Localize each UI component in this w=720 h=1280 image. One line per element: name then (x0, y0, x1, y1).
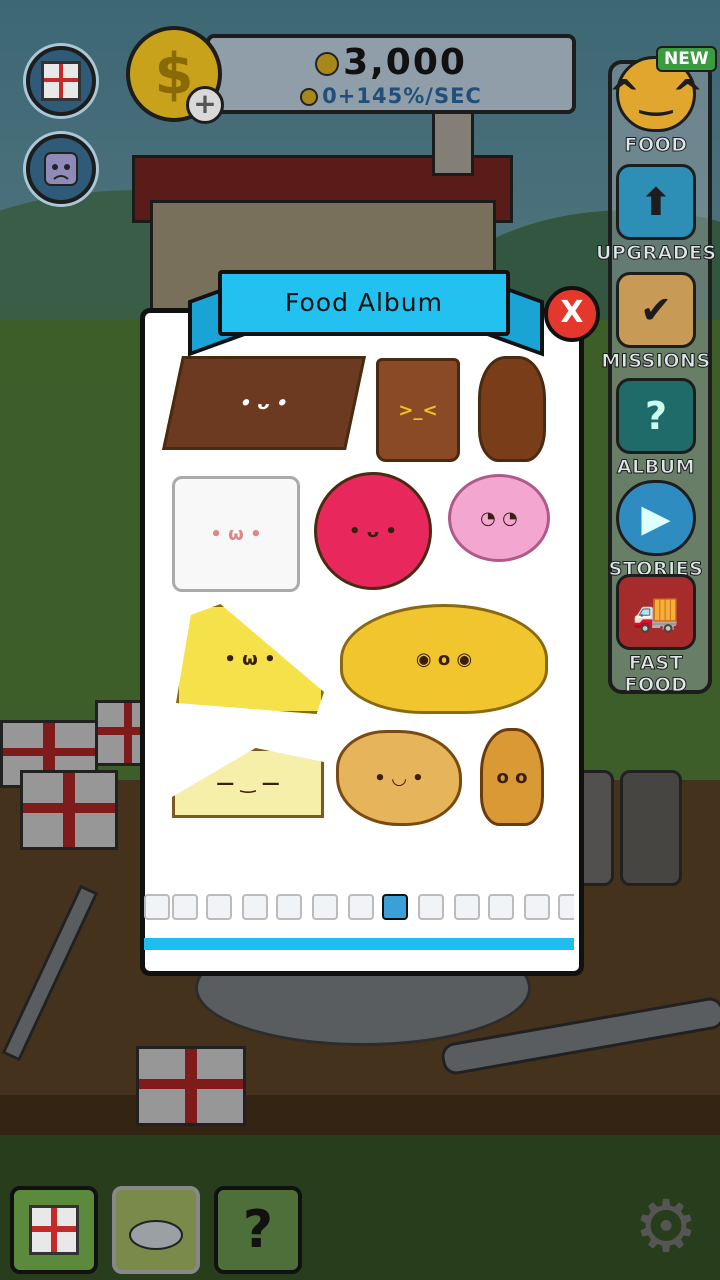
character-button[interactable] (26, 134, 96, 204)
gift-shop-button[interactable] (26, 46, 96, 116)
sidebar-item-fast-food[interactable]: 🚚 FAST FOOD (596, 574, 716, 697)
plus-icon[interactable]: + (186, 86, 224, 124)
cheese-wheel-icon[interactable]: ◉ o ◉ (340, 604, 548, 714)
album-page-thumb[interactable] (488, 894, 514, 920)
album-page-strip (144, 894, 574, 922)
question-icon: ? (242, 1200, 274, 1260)
face: • ᴗ • (237, 392, 291, 414)
album-page-thumb-selected[interactable] (382, 894, 408, 920)
album-page-thumb[interactable] (242, 894, 268, 920)
gear-icon: ⚙ (633, 1184, 699, 1268)
album-page-thumb[interactable] (144, 894, 170, 920)
album-book-icon: ? (616, 378, 696, 454)
gift-icon (41, 61, 81, 101)
sidebar-item-label: ALBUM (616, 456, 696, 479)
album-page-thumb[interactable] (206, 894, 232, 920)
plate-icon (129, 1220, 183, 1250)
clipboard-icon: ✔ (616, 272, 696, 348)
upgrade-arrow-icon: ⬆ (616, 164, 696, 240)
close-button[interactable]: X (544, 286, 600, 342)
crates-icon (29, 1205, 79, 1255)
sidebar-item-label: FOOD (624, 134, 688, 157)
dialog-title: Food Album (218, 270, 510, 336)
money-amount: 3,000 (343, 42, 467, 83)
album-page-thumb[interactable] (312, 894, 338, 920)
album-scroll-bar[interactable] (144, 938, 574, 950)
chicken-nugget-icon[interactable]: • ◡ • (336, 730, 462, 826)
cotton-candy-icon[interactable]: ◔ ◔ (448, 474, 550, 562)
face: • ᴗ • (349, 520, 397, 542)
settings-button[interactable]: ⚙ (630, 1184, 702, 1268)
face: • ◡ • (374, 767, 424, 789)
help-button[interactable]: ? (214, 1186, 302, 1274)
fried-chicken-icon[interactable]: o o (480, 728, 544, 826)
kitchen-table-button[interactable] (112, 1186, 200, 1274)
truck-icon: 🚚 (616, 574, 696, 650)
album-page-thumb[interactable] (558, 894, 574, 920)
chocolate-bunny-icon[interactable] (478, 356, 546, 462)
brownie-icon[interactable]: • ᴗ • (162, 356, 366, 450)
face: ◉ o ◉ (415, 648, 473, 670)
album-page-thumb[interactable] (524, 894, 550, 920)
sugar-cube-icon[interactable]: • ω • (172, 476, 300, 592)
sidebar-item-label: FAST FOOD (624, 652, 688, 697)
money-display: 3,000 0+145%/SEC (206, 34, 576, 114)
income-rate-base: 0 (322, 84, 338, 108)
album-page-thumb[interactable] (172, 894, 198, 920)
income-rate-percent: +145%/SEC (337, 84, 482, 108)
album-page-thumb[interactable] (418, 894, 444, 920)
boxes-button[interactable] (10, 1186, 98, 1274)
sidebar-item-label: MISSIONS (601, 350, 711, 373)
sidebar-item-label: UPGRADES (596, 242, 717, 265)
face: o o (496, 766, 528, 788)
sidebar-item-missions[interactable]: ✔ MISSIONS (596, 272, 716, 373)
sidebar-item-album[interactable]: ? ALBUM (596, 378, 716, 479)
money-amount-row: 3,000 (210, 42, 572, 83)
face: ◔ ◔ (480, 507, 518, 529)
album-page-thumb[interactable] (276, 894, 302, 920)
income-rate: 0+145%/SEC (210, 84, 572, 108)
album-page-thumb[interactable] (348, 894, 374, 920)
gumball-icon[interactable]: • ᴗ • (314, 472, 432, 590)
sidebar-item-upgrades[interactable]: ⬆ UPGRADES (596, 164, 717, 265)
face: >_< (398, 399, 438, 421)
new-badge: NEW (656, 46, 717, 72)
play-icon: ▶ (616, 480, 696, 556)
sidebar-item-stories[interactable]: ▶ STORIES (596, 480, 716, 581)
chocolate-milk-icon[interactable]: >_< (376, 358, 460, 462)
album-page-thumb[interactable] (454, 894, 480, 920)
sad-face-icon (44, 152, 78, 186)
coin-icon (315, 52, 340, 76)
coin-icon (300, 88, 319, 106)
face: • ω • (210, 523, 262, 545)
